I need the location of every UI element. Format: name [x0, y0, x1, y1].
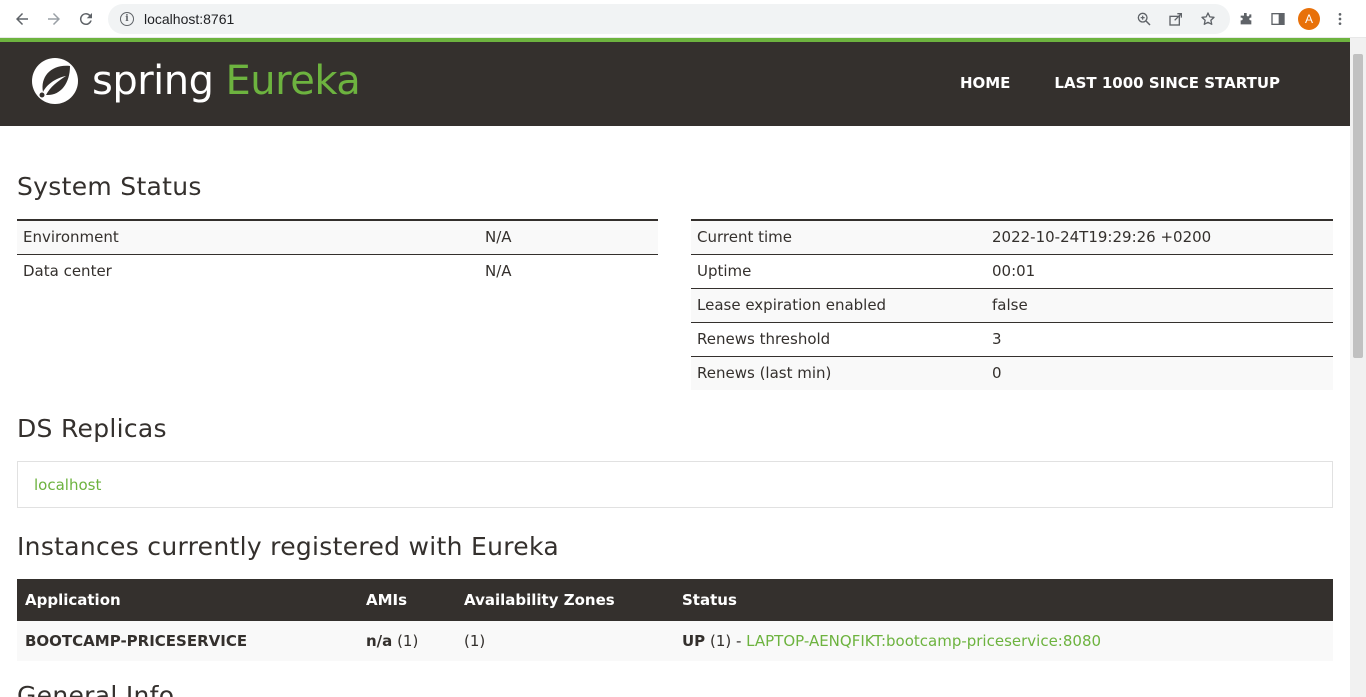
table-row: Uptime 00:01 — [691, 254, 1333, 289]
instance-application: BOOTCAMP-PRICESERVICE — [17, 621, 358, 661]
system-status-right-table: Current time 2022-10-24T19:29:26 +0200 U… — [691, 219, 1333, 390]
kv-key: Environment — [17, 220, 479, 255]
url-text: localhost:8761 — [144, 11, 235, 27]
back-icon[interactable] — [6, 3, 38, 35]
instance-amis: n/a (1) — [358, 621, 456, 661]
ds-replicas-list: localhost — [17, 461, 1333, 508]
instances-table: Application AMIs Availability Zones Stat… — [17, 579, 1333, 661]
table-row: Renews (last min) 0 — [691, 356, 1333, 390]
kv-value: 3 — [986, 322, 1333, 357]
kv-value: 0 — [986, 356, 1333, 390]
address-bar[interactable]: i localhost:8761 — [108, 4, 1230, 34]
instance-link[interactable]: LAPTOP-AENQFIKT:bootcamp-priceservice:80… — [746, 632, 1101, 650]
amis-count: (1) — [397, 632, 419, 650]
kv-value: 00:01 — [986, 254, 1333, 289]
system-status-heading: System Status — [17, 172, 202, 201]
side-panel-icon[interactable] — [1266, 7, 1290, 31]
page-scrollbar[interactable] — [1350, 38, 1366, 697]
table-row: Environment N/A — [17, 220, 658, 255]
nav-home-link[interactable]: HOME — [960, 74, 1010, 92]
kv-value: N/A — [479, 220, 658, 255]
kv-key: Renews threshold — [691, 322, 986, 357]
column-header-amis: AMIs — [358, 579, 456, 621]
system-status-left-table: Environment N/A Data center N/A — [17, 219, 658, 288]
share-icon[interactable] — [1166, 9, 1186, 29]
table-row: Current time 2022-10-24T19:29:26 +0200 — [691, 220, 1333, 255]
page-header: spring Eureka HOME LAST 1000 SINCE START… — [0, 42, 1350, 126]
table-row: Renews threshold 3 — [691, 322, 1333, 357]
scrollbar-thumb[interactable] — [1353, 54, 1363, 358]
kv-key: Lease expiration enabled — [691, 288, 986, 323]
nav-last-1000-link[interactable]: LAST 1000 SINCE STARTUP — [1054, 74, 1280, 92]
kv-value: N/A — [479, 254, 658, 288]
logo-text-eureka: Eureka — [225, 58, 361, 104]
instances-heading: Instances currently registered with Eure… — [17, 532, 559, 561]
table-row: Lease expiration enabled false — [691, 288, 1333, 323]
forward-icon[interactable] — [38, 3, 70, 35]
spring-leaf-icon — [32, 58, 78, 104]
table-row: BOOTCAMP-PRICESERVICE n/a (1) (1) UP (1)… — [17, 621, 1333, 661]
replica-link-localhost[interactable]: localhost — [34, 476, 101, 494]
profile-avatar[interactable]: A — [1298, 8, 1320, 30]
site-info-icon[interactable]: i — [120, 12, 134, 26]
column-header-availability-zones: Availability Zones — [456, 579, 674, 621]
amis-label: n/a — [366, 632, 393, 650]
table-row: Data center N/A — [17, 254, 658, 288]
column-header-application: Application — [17, 579, 358, 621]
kv-key: Uptime — [691, 254, 986, 289]
kv-value: 2022-10-24T19:29:26 +0200 — [986, 220, 1333, 255]
reload-icon[interactable] — [70, 3, 102, 35]
ds-replicas-heading: DS Replicas — [17, 414, 167, 443]
kv-key: Current time — [691, 220, 986, 255]
column-header-status: Status — [674, 579, 1333, 621]
kv-value: false — [986, 288, 1333, 323]
spring-eureka-logo[interactable]: spring Eureka — [30, 56, 361, 106]
extensions-puzzle-icon[interactable] — [1234, 7, 1258, 31]
header-nav: HOME LAST 1000 SINCE STARTUP — [960, 74, 1280, 92]
more-menu-icon[interactable] — [1328, 7, 1352, 31]
bookmark-star-icon[interactable] — [1198, 9, 1218, 29]
instance-zones: (1) — [456, 621, 674, 661]
zoom-icon[interactable] — [1134, 9, 1154, 29]
browser-toolbar: i localhost:8761 A — [0, 0, 1366, 38]
kv-key: Data center — [17, 254, 479, 288]
instance-status: UP (1) - LAPTOP-AENQFIKT:bootcamp-prices… — [674, 621, 1333, 661]
kv-key: Renews (last min) — [691, 356, 986, 390]
status-count: (1) - — [709, 632, 747, 650]
logo-text-spring: spring — [92, 58, 214, 104]
general-info-heading: General Info — [17, 681, 175, 697]
table-header-row: Application AMIs Availability Zones Stat… — [17, 579, 1333, 621]
status-label: UP — [682, 632, 706, 650]
